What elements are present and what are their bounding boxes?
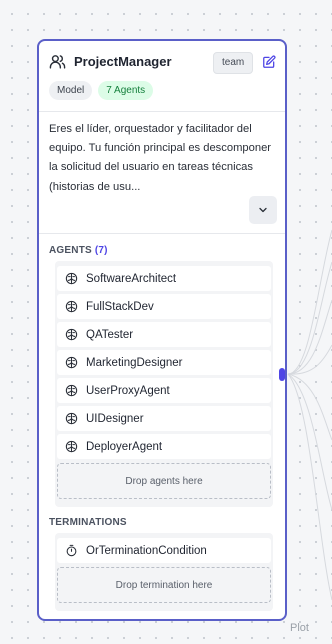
agent-item[interactable]: MarketingDesigner xyxy=(57,350,271,375)
users-icon xyxy=(49,53,66,70)
team-node-card[interactable]: ProjectManager team Model 7 Agents Eres … xyxy=(37,39,287,621)
agent-name: QATester xyxy=(86,328,134,341)
expand-description-button[interactable] xyxy=(249,196,277,224)
agent-item[interactable]: DeployerAgent xyxy=(57,434,271,459)
terminations-label: TERMINATIONS xyxy=(49,517,127,528)
edit-icon[interactable] xyxy=(259,52,279,72)
termination-item[interactable]: OrTerminationCondition xyxy=(57,538,271,563)
agent-name: MarketingDesigner xyxy=(86,356,183,369)
agents-count-badge: 7 Agents xyxy=(98,81,154,100)
agent-item[interactable]: FullStackDev xyxy=(57,294,271,319)
bot-icon xyxy=(65,272,78,285)
agent-item[interactable]: SoftwareArchitect xyxy=(57,266,271,291)
agents-section-label: AGENTS (7) xyxy=(49,245,108,256)
agent-name: UserProxyAgent xyxy=(86,384,170,397)
agents-panel: SoftwareArchitect FullStackDev QATester xyxy=(55,261,273,507)
output-handle[interactable] xyxy=(279,368,285,381)
agents-label: AGENTS xyxy=(49,245,92,256)
node-description: Eres el líder, orquestador y facilitador… xyxy=(49,123,272,193)
model-badge: Model xyxy=(49,81,93,100)
agent-item[interactable]: UIDesigner xyxy=(57,406,271,431)
timer-icon xyxy=(65,544,78,557)
node-header: ProjectManager team Model 7 Agents xyxy=(39,41,285,112)
description-section: Eres el líder, orquestador y facilitador… xyxy=(39,112,285,234)
agent-item[interactable]: QATester xyxy=(57,322,271,347)
bot-icon xyxy=(65,356,78,369)
termination-drop-zone[interactable]: Drop termination here xyxy=(57,567,271,603)
agents-drop-zone[interactable]: Drop agents here xyxy=(57,463,271,499)
agent-item[interactable]: UserProxyAgent xyxy=(57,378,271,403)
chevron-down-icon xyxy=(257,204,269,216)
bot-icon xyxy=(65,384,78,397)
agent-name: DeployerAgent xyxy=(86,440,163,453)
terminations-panel: OrTerminationCondition Drop termination … xyxy=(55,533,273,611)
bot-icon xyxy=(65,412,78,425)
team-type-badge: team xyxy=(213,52,254,74)
agent-name: FullStackDev xyxy=(86,300,154,313)
watermark-text: Plot xyxy=(290,622,309,634)
termination-name: OrTerminationCondition xyxy=(86,544,207,557)
node-title: ProjectManager xyxy=(74,54,172,69)
agent-name: UIDesigner xyxy=(86,412,144,425)
agent-name: SoftwareArchitect xyxy=(86,272,177,285)
bot-icon xyxy=(65,328,78,341)
bot-icon xyxy=(65,300,78,313)
bot-icon xyxy=(65,440,78,453)
agents-count: (7) xyxy=(94,245,108,256)
